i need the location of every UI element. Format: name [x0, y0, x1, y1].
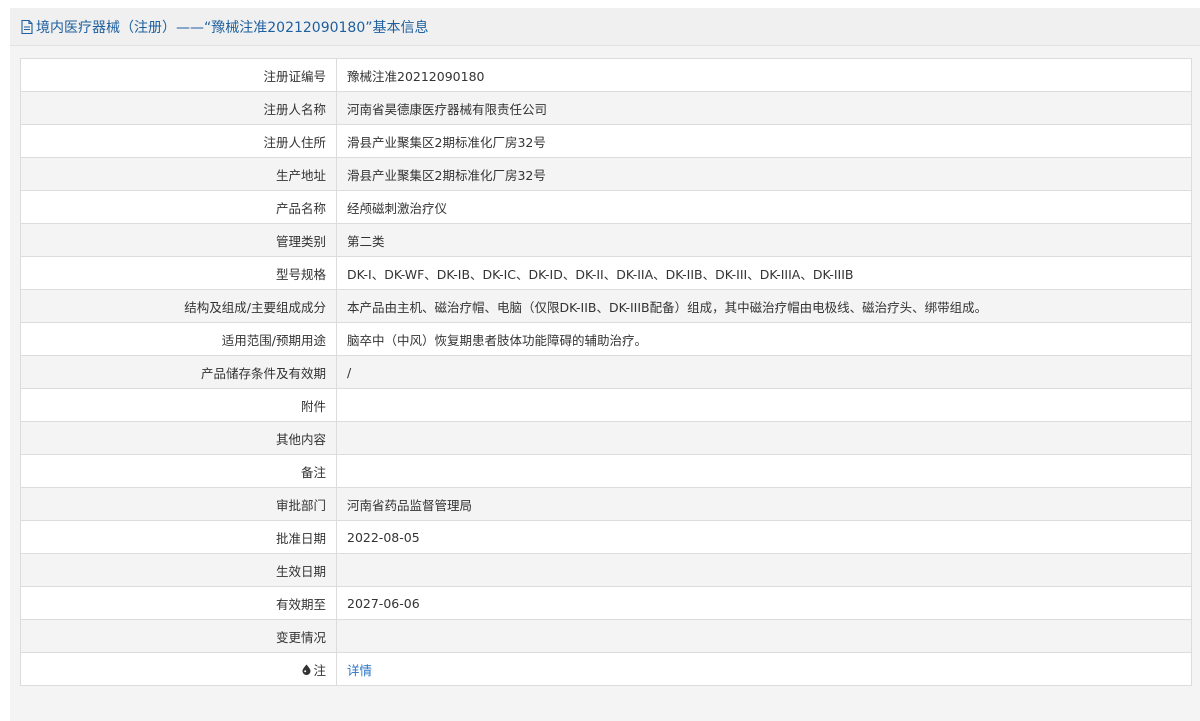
table-row: 产品储存条件及有效期 /	[20, 355, 1192, 389]
row-label: 产品名称	[20, 190, 337, 224]
table-row: 生产地址 滑县产业聚集区2期标准化厂房32号	[20, 157, 1192, 191]
row-value: 滑县产业聚集区2期标准化厂房32号	[336, 124, 1192, 158]
row-label: 结构及组成/主要组成成分	[20, 289, 337, 323]
row-label: 审批部门	[20, 487, 337, 521]
row-label: 注册人名称	[20, 91, 337, 125]
table-row: 附件	[20, 388, 1192, 422]
page-header: 境内医疗器械（注册）——“豫械注准20212090180”基本信息	[10, 8, 1200, 46]
row-value: 脑卒中（中风）恢复期患者肢体功能障碍的辅助治疗。	[336, 322, 1192, 356]
drop-icon	[302, 664, 311, 675]
table-row: 有效期至 2027-06-06	[20, 586, 1192, 620]
table-row: 管理类别 第二类	[20, 223, 1192, 257]
row-value: 本产品由主机、磁治疗帽、电脑（仅限DK-IIB、DK-IIIB配备）组成，其中磁…	[336, 289, 1192, 323]
document-icon	[21, 19, 33, 34]
page: 境内医疗器械（注册）——“豫械注准20212090180”基本信息 注册证编号豫…	[0, 0, 1200, 721]
row-value: DK-I、DK-WF、DK-IB、DK-IC、DK-ID、DK-II、DK-II…	[336, 256, 1192, 290]
row-value	[336, 388, 1192, 422]
details-link[interactable]: 详情	[347, 663, 372, 678]
row-value: /	[336, 355, 1192, 389]
row-value: 第二类	[336, 223, 1192, 257]
table-row: 型号规格 DK-I、DK-WF、DK-IB、DK-IC、DK-ID、DK-II、D…	[20, 256, 1192, 290]
table-row: 注册人住所 滑县产业聚集区2期标准化厂房32号	[20, 124, 1192, 158]
content-area: 注册证编号 豫械注准20212090180 注册人名称 河南省昊德康医疗器械有限责任公…	[10, 46, 1200, 721]
row-value: 滑县产业聚集区2期标准化厂房32号	[336, 157, 1192, 191]
table-row: 注 详情	[20, 652, 1192, 686]
note-label: 注	[302, 660, 326, 679]
row-label: 产品储存条件及有效期	[20, 355, 337, 389]
row-label: 其他内容	[20, 421, 337, 455]
row-label: 管理类别	[20, 223, 337, 257]
table-row: 审批部门 河南省药品监督管理局	[20, 487, 1192, 521]
row-value: 2027-06-06	[336, 586, 1192, 620]
row-label: 有效期至	[20, 586, 337, 620]
table-row: 备注	[20, 454, 1192, 488]
row-label: 注册人住所	[20, 124, 337, 158]
table-row: 变更情况	[20, 619, 1192, 653]
row-value	[336, 454, 1192, 488]
row-label: 备注	[20, 454, 337, 488]
table-row: 结构及组成/主要组成成分 本产品由主机、磁治疗帽、电脑（仅限DK-IIB、DK-I…	[20, 289, 1192, 323]
row-label: 附件	[20, 388, 337, 422]
row-value	[336, 421, 1192, 455]
row-value: 豫械注准20212090180	[336, 58, 1192, 92]
row-label: 注册证编号	[20, 58, 337, 92]
page-title: 境内医疗器械（注册）——“豫械注准20212090180”基本信息	[10, 17, 428, 37]
row-label: 批准日期	[20, 520, 337, 554]
table-row: 产品名称 经颅磁刺激治疗仪	[20, 190, 1192, 224]
row-label: 生效日期	[20, 553, 337, 587]
row-value: 河南省昊德康医疗器械有限责任公司	[336, 91, 1192, 125]
info-table-body: 注册证编号 豫械注准20212090180 注册人名称 河南省昊德康医疗器械有限责任公…	[20, 58, 1192, 686]
table-row: 批准日期 2022-08-05	[20, 520, 1192, 554]
table-row: 其他内容	[20, 421, 1192, 455]
page-title-text: 境内医疗器械（注册）——“豫械注准20212090180”基本信息	[36, 19, 429, 36]
row-value: 河南省药品监督管理局	[336, 487, 1192, 521]
row-value: 2022-08-05	[336, 520, 1192, 554]
row-label: 注	[20, 652, 337, 686]
row-label: 型号规格	[20, 256, 337, 290]
table-row: 注册人名称 河南省昊德康医疗器械有限责任公司	[20, 91, 1192, 125]
row-label: 生产地址	[20, 157, 337, 191]
row-label: 适用范围/预期用途	[20, 322, 337, 356]
row-value	[336, 553, 1192, 587]
table-row: 生效日期	[20, 553, 1192, 587]
note-label-text: 注	[313, 662, 326, 678]
table-row: 注册证编号 豫械注准20212090180	[20, 58, 1192, 92]
row-value	[336, 619, 1192, 653]
row-value: 经颅磁刺激治疗仪	[336, 190, 1192, 224]
row-value: 详情	[336, 652, 1192, 686]
info-table: 注册证编号 豫械注准20212090180 注册人名称 河南省昊德康医疗器械有限责任公…	[20, 58, 1192, 686]
row-label: 变更情况	[20, 619, 337, 653]
table-row: 适用范围/预期用途 脑卒中（中风）恢复期患者肢体功能障碍的辅助治疗。	[20, 322, 1192, 356]
